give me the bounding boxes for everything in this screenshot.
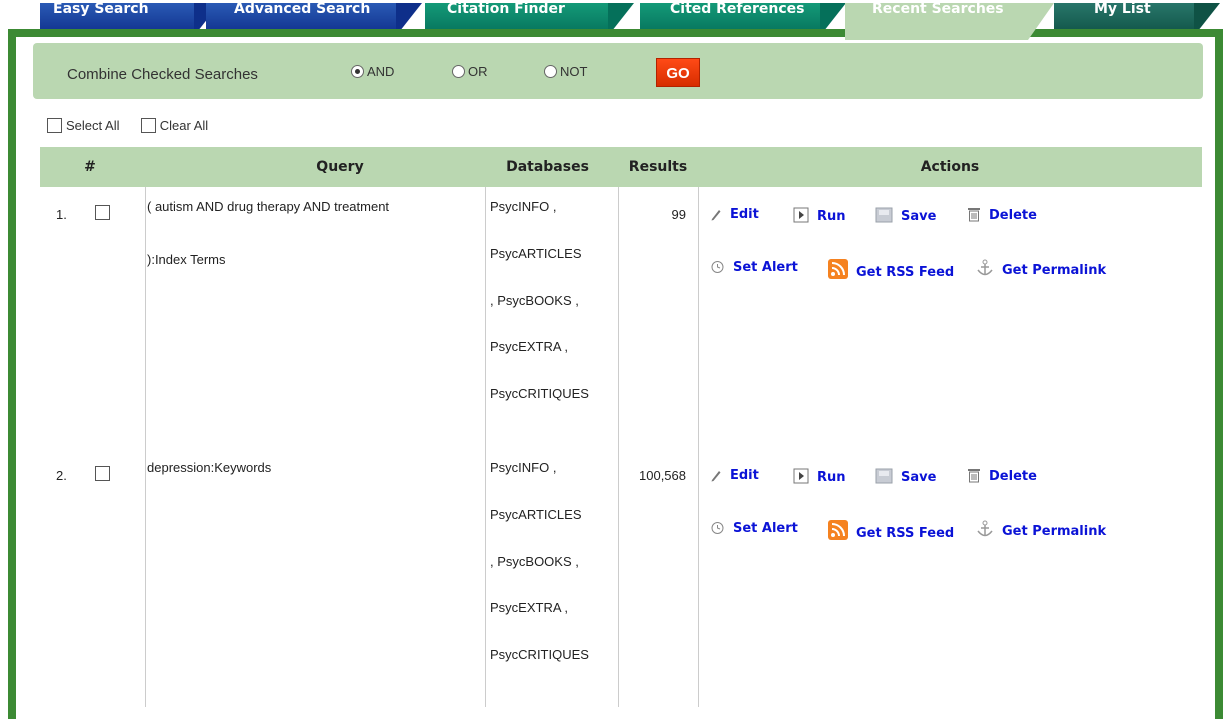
database-item: PsycEXTRA , (490, 600, 569, 616)
pencil-icon (711, 210, 721, 221)
set-alert-action[interactable]: Set Alert (710, 259, 798, 275)
row-databases: PsycINFO , PsycARTICLES , PsycBOOKS , Ps… (490, 184, 615, 418)
edit-label: Edit (730, 468, 759, 483)
row-databases: PsycINFO , PsycARTICLES , PsycBOOKS , Ps… (490, 445, 615, 679)
header-actions: Actions (920, 159, 980, 175)
header-query: Query (316, 159, 364, 175)
row-checkbox[interactable] (95, 205, 110, 220)
radio-or[interactable]: OR (452, 64, 488, 79)
radio-and-label: AND (367, 64, 395, 79)
header-results: Results (628, 159, 688, 175)
permalink-label: Get Permalink (1002, 263, 1107, 278)
rss-icon (828, 520, 848, 540)
column-divider (618, 187, 619, 707)
tab-label: Recent Searches (872, 1, 1004, 17)
radio-and-button[interactable] (351, 65, 364, 78)
pencil-icon (711, 471, 721, 482)
tab-label: Advanced Search (234, 1, 371, 17)
row-number: 1. (56, 207, 67, 222)
database-item: PsycARTICLES (490, 245, 582, 261)
query-line: depression:Keywords (147, 460, 272, 475)
radio-not-button[interactable] (544, 65, 557, 78)
radio-or-button[interactable] (452, 65, 465, 78)
save-label: Save (901, 470, 937, 485)
query-line: ( autism AND drug therapy AND treatment (147, 199, 390, 214)
run-action[interactable]: Run (793, 468, 846, 485)
select-all-checkbox[interactable] (47, 118, 62, 133)
radio-or-label: OR (468, 64, 488, 79)
play-icon (793, 207, 809, 223)
edit-action[interactable]: Edit (710, 207, 759, 222)
save-action[interactable]: Save (875, 207, 936, 224)
run-label: Run (817, 470, 846, 485)
row-number: 2. (56, 468, 67, 483)
database-item: PsycEXTRA , (490, 339, 569, 355)
column-divider (698, 187, 699, 707)
column-divider (485, 187, 486, 707)
delete-label: Delete (989, 469, 1037, 484)
row-results: 99 (671, 207, 686, 222)
save-icon (875, 207, 893, 223)
delete-action[interactable]: Delete (967, 207, 1037, 223)
set-alert-action[interactable]: Set Alert (710, 520, 798, 536)
set-alert-label: Set Alert (733, 260, 798, 275)
row-results: 100,568 (639, 468, 686, 483)
edit-label: Edit (730, 207, 759, 222)
radio-not[interactable]: NOT (544, 64, 587, 79)
edit-action[interactable]: Edit (710, 468, 759, 483)
save-label: Save (901, 209, 937, 224)
rss-feed-label: Get RSS Feed (856, 526, 955, 541)
column-divider (145, 187, 146, 707)
database-item: PsycARTICLES (490, 506, 582, 522)
set-alert-label: Set Alert (733, 521, 798, 536)
rss-feed-action[interactable]: Get RSS Feed (828, 520, 954, 541)
database-item: PsycINFO , (490, 460, 557, 475)
header-databases: Databases (506, 159, 589, 175)
run-label: Run (817, 209, 846, 224)
save-icon (875, 468, 893, 484)
play-icon (793, 468, 809, 484)
database-item: PsycINFO , (490, 199, 557, 214)
clear-all-label[interactable]: Clear All (160, 118, 208, 133)
query-line: ):Index Terms (147, 252, 226, 267)
tab-recent-searches[interactable]: Recent Searches (845, 1, 1054, 40)
alarm-clock-icon (711, 522, 724, 534)
tab-label: Cited References (670, 1, 805, 17)
tab-label: My List (1094, 1, 1151, 17)
save-action[interactable]: Save (875, 468, 936, 485)
trash-icon (968, 469, 980, 483)
radio-not-label: NOT (560, 64, 588, 79)
database-item: PsycCRITIQUES (490, 647, 589, 663)
alarm-clock-icon (711, 261, 724, 273)
row-checkbox[interactable] (95, 466, 110, 481)
go-button[interactable]: GO (656, 58, 700, 87)
rss-icon (828, 259, 848, 279)
trash-icon (968, 208, 980, 222)
run-action[interactable]: Run (793, 207, 846, 224)
combine-searches-bar: Combine Checked Searches AND OR NOT GO (33, 43, 1203, 99)
clear-all-checkbox[interactable] (140, 118, 156, 133)
combine-label: Combine Checked Searches (67, 66, 258, 83)
database-item: , PsycBOOKS , (490, 553, 579, 569)
tab-label: Easy Search (53, 1, 149, 17)
database-item: PsycCRITIQUES (490, 386, 589, 402)
anchor-icon (977, 520, 993, 537)
header-num: # (84, 159, 96, 175)
permalink-action[interactable]: Get Permalink (976, 259, 1106, 278)
row-query: depression:Keywords (147, 441, 477, 494)
tab-label: Citation Finder (447, 1, 565, 17)
radio-and[interactable]: AND (351, 64, 394, 79)
database-item: , PsycBOOKS , (490, 292, 579, 308)
select-clear-row: Select All Clear All (47, 118, 208, 133)
tab-slant (1028, 3, 1054, 40)
permalink-label: Get Permalink (1002, 524, 1107, 539)
delete-label: Delete (989, 208, 1037, 223)
row-query: ( autism AND drug therapy AND treatment … (147, 180, 477, 286)
select-all-label[interactable]: Select All (66, 118, 119, 133)
rss-feed-action[interactable]: Get RSS Feed (828, 259, 954, 280)
rss-feed-label: Get RSS Feed (856, 265, 955, 280)
anchor-icon (977, 259, 993, 276)
permalink-action[interactable]: Get Permalink (976, 520, 1106, 539)
delete-action[interactable]: Delete (967, 468, 1037, 484)
